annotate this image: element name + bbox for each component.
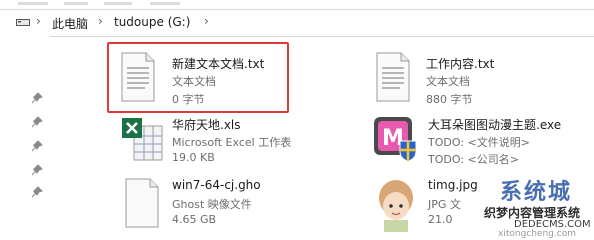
pin-icon[interactable] [31, 92, 43, 104]
file-item-gho[interactable]: win7-64-cj.gho Ghost 映像文件 4.65 GB [122, 176, 322, 232]
breadcrumb-separator: › [36, 14, 41, 28]
breadcrumb-separator: › [204, 14, 209, 28]
file-name: 大耳朵图图动漫主题.exe [428, 118, 562, 132]
file-name: 工作内容.txt [426, 57, 495, 71]
pin-icon[interactable] [31, 164, 43, 176]
image-thumbnail-icon [379, 180, 413, 232]
breadcrumb-item-this-pc[interactable]: 此电脑 [52, 15, 88, 32]
file-size: 19.0 KB [172, 151, 215, 164]
file-type: Microsoft Excel 工作表 [172, 136, 292, 149]
toolbar-strip [0, 0, 594, 8]
pin-icon[interactable] [31, 140, 43, 152]
breadcrumb-separator: › [98, 14, 103, 28]
file-size: 21.0 [428, 213, 453, 226]
toolbar-fragment [150, 2, 180, 5]
address-bar[interactable]: › 此电脑 › tudoupe (G:) › [0, 9, 594, 37]
file-name: win7-64-cj.gho [172, 178, 261, 192]
file-item-work-content[interactable]: 工作内容.txt 文本文档 880 字节 [373, 48, 573, 110]
toolbar-fragment [104, 2, 132, 5]
toolbar-fragment [64, 2, 88, 5]
file-type: 文本文档 [426, 75, 470, 88]
drive-icon [16, 19, 30, 26]
file-item-jpg[interactable]: timg.jpg JPG 文 21.0 [372, 174, 482, 234]
highlight-box [107, 42, 289, 113]
watermark-title: 系统城 [500, 180, 573, 205]
watermark-url-secondary: xitongcheng.com [498, 229, 576, 239]
watermark: 系统城 织梦内容管理系统 DEDECMS.COM xitongcheng.com [470, 174, 594, 240]
toolbar-fragment [18, 2, 48, 5]
file-type: Ghost 映像文件 [172, 198, 252, 211]
file-item-exe[interactable]: M 大耳朵图图动漫主题.exe TODO: <文件说明> TODO: <公司名> [372, 114, 592, 168]
navigation-pane [0, 36, 50, 240]
text-file-icon [376, 52, 410, 102]
excel-file-icon [122, 118, 163, 161]
file-name: 华府天地.xls [172, 118, 241, 132]
file-type: TODO: <文件说明> [428, 136, 530, 149]
file-type: JPG 文 [428, 198, 461, 211]
file-size: 4.65 GB [172, 213, 217, 226]
file-size: 880 字节 [426, 93, 473, 106]
pin-icon[interactable] [31, 186, 43, 198]
breadcrumb-item-drive[interactable]: tudoupe (G:) [114, 15, 190, 29]
file-item-excel[interactable]: 华府天地.xls Microsoft Excel 工作表 19.0 KB [120, 114, 340, 168]
exe-app-icon: M [374, 117, 417, 161]
generic-file-icon [125, 178, 159, 228]
file-size: TODO: <公司名> [428, 153, 519, 166]
pin-icon[interactable] [31, 116, 43, 128]
